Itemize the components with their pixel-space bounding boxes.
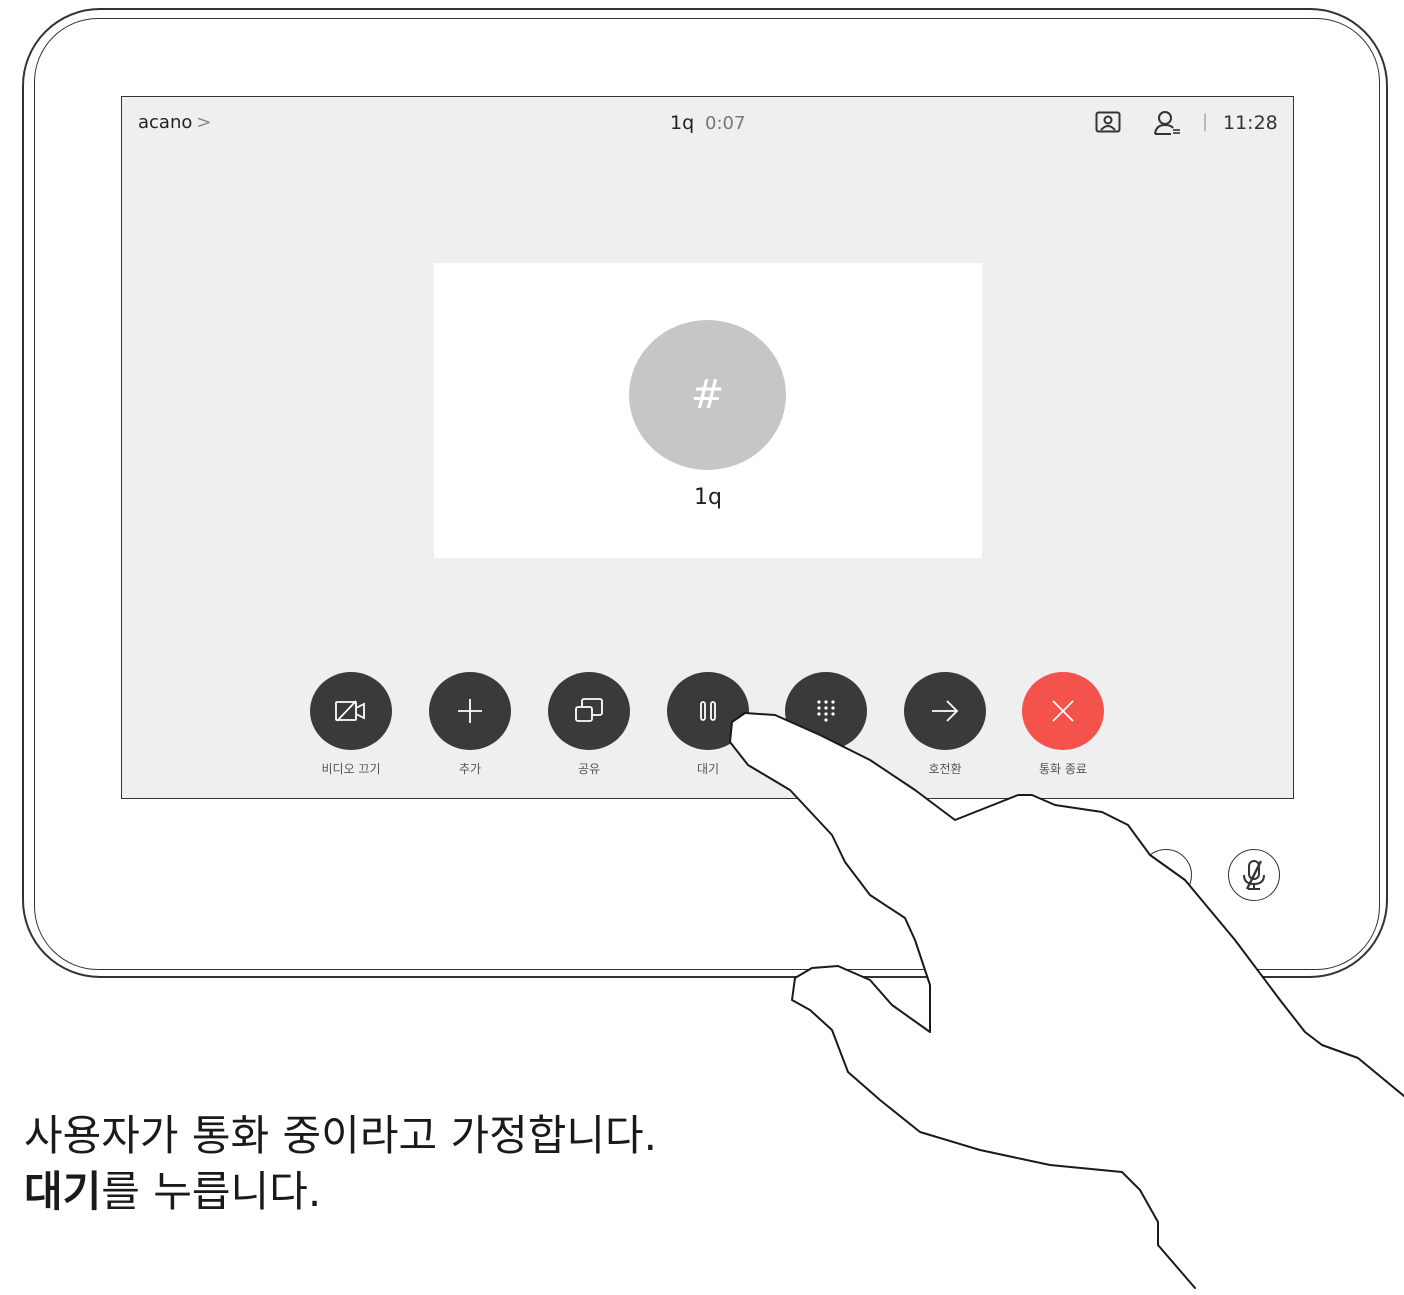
video-off-button[interactable] xyxy=(310,672,392,750)
breadcrumb[interactable]: acano > xyxy=(138,112,211,133)
end-call-control[interactable]: 통화 종료 xyxy=(1022,672,1106,777)
transfer-control[interactable]: 호전환 xyxy=(904,672,988,777)
clock: 11:28 xyxy=(1223,112,1278,134)
home-button[interactable] xyxy=(1140,849,1192,901)
hold-control[interactable]: 대기 xyxy=(667,672,751,777)
keypad-control[interactable] xyxy=(785,672,869,760)
control-label: 통화 종료 xyxy=(1039,762,1087,776)
call-name: 1q xyxy=(670,112,695,134)
instruction-emphasis: 대기 xyxy=(24,1167,102,1216)
control-label: 대기 xyxy=(696,762,720,776)
topbar-separator: | xyxy=(1202,111,1209,132)
transfer-button[interactable] xyxy=(904,672,986,750)
hold-icon xyxy=(700,701,716,721)
hold-button[interactable] xyxy=(667,672,749,750)
keypad-icon xyxy=(817,700,835,722)
control-label: 추가 xyxy=(458,762,482,776)
participant-card: # 1q xyxy=(434,263,982,558)
call-duration: 0:07 xyxy=(705,113,746,134)
keypad-button[interactable] xyxy=(785,672,867,750)
control-label: 호전환 xyxy=(928,762,962,776)
transfer-arrow-icon xyxy=(932,700,959,722)
control-label: 비디오 끄기 xyxy=(321,762,381,776)
control-label: 공유 xyxy=(577,762,601,776)
instruction-rest: 를 누릅니다. xyxy=(101,1167,322,1216)
top-bar: acano > 1q 0:07 | 11:28 xyxy=(122,97,1293,149)
end-call-button[interactable] xyxy=(1022,672,1104,750)
mute-button[interactable] xyxy=(1228,849,1280,901)
share-button[interactable] xyxy=(548,672,630,750)
instruction-text: 사용자가 통화 중이라고 가정합니다. 대기를 누릅니다. xyxy=(24,1108,657,1220)
close-icon xyxy=(1052,700,1074,722)
participants-icon[interactable] xyxy=(1153,109,1181,137)
video-off-icon xyxy=(335,700,365,722)
mic-muted-icon xyxy=(1242,859,1265,890)
add-button[interactable] xyxy=(429,672,511,750)
plus-icon xyxy=(458,699,482,723)
instruction-line-2: 대기를 누릅니다. xyxy=(24,1164,657,1220)
share-control[interactable]: 공유 xyxy=(548,672,632,777)
video-off-control[interactable]: 비디오 끄기 xyxy=(310,672,394,777)
call-screen: acano > 1q 0:07 | 11:28 # 1q 비디오 끄기 추가 공… xyxy=(121,96,1294,799)
chevron-right-icon: > xyxy=(196,112,212,133)
breadcrumb-label: acano xyxy=(138,112,193,133)
share-icon xyxy=(575,698,603,722)
self-view-icon[interactable] xyxy=(1095,111,1121,133)
add-control[interactable]: 추가 xyxy=(429,672,513,777)
avatar: # xyxy=(629,320,786,470)
instruction-line-1: 사용자가 통화 중이라고 가정합니다. xyxy=(24,1111,658,1160)
participant-name: 1q xyxy=(694,485,722,510)
